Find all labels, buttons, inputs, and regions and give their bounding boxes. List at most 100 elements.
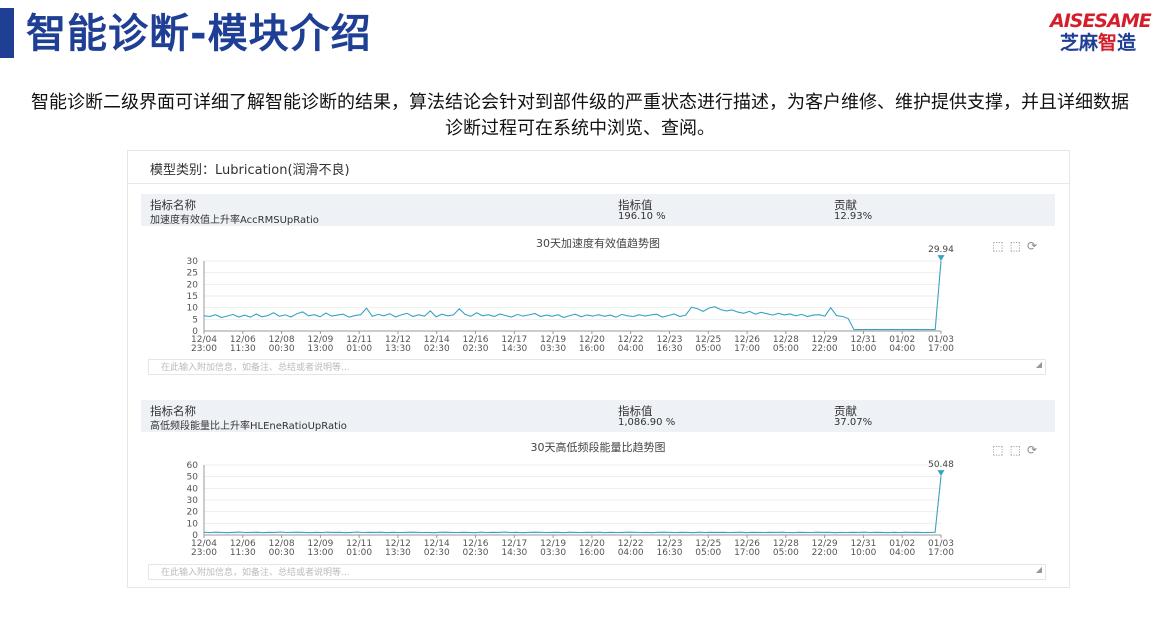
y-tick-label: 20 bbox=[187, 280, 199, 290]
x-tick-line: 02:30 bbox=[424, 344, 450, 354]
page-title: 智能诊断-模块介绍 bbox=[26, 11, 372, 57]
x-tick-label: 12/06 11:30 bbox=[230, 335, 256, 354]
x-tick-line: 17:00 bbox=[734, 344, 760, 354]
x-tick-line: 10:00 bbox=[850, 548, 876, 558]
x-tick-line: 14:30 bbox=[501, 548, 527, 558]
x-tick-label: 12/08 00:30 bbox=[269, 335, 295, 354]
model-category-label: 模型类别：Lubrication(润滑不良) bbox=[150, 163, 350, 178]
x-tick-line: 13:00 bbox=[307, 548, 333, 558]
y-tick-label: 10 bbox=[187, 304, 199, 314]
logo-chinese: 芝麻智造 bbox=[1050, 32, 1146, 54]
x-tick-label: 12/04 23:00 bbox=[191, 335, 217, 354]
zoom-area-icon[interactable]: ⬚ bbox=[992, 239, 1009, 253]
x-tick-label: 12/14 02:30 bbox=[424, 539, 450, 558]
x-tick-label: 12/19 03:30 bbox=[540, 539, 566, 558]
x-tick-label: 12/11 01:00 bbox=[346, 539, 372, 558]
x-tick-label: 12/22 04:00 bbox=[618, 539, 644, 558]
x-tick-label: 12/12 13:30 bbox=[385, 335, 411, 354]
logo-chinese-a: 芝麻 bbox=[1059, 32, 1098, 54]
x-tick-line: 04:00 bbox=[889, 548, 915, 558]
indicator-name: 高低频段能量比上升率HLEneRatioUpRatio bbox=[150, 421, 347, 432]
indicator-contribution: 37.07% bbox=[834, 417, 873, 428]
y-tick-label: 50 bbox=[187, 473, 199, 483]
y-tick-label: 60 bbox=[187, 461, 199, 471]
x-tick-label: 12/25 05:00 bbox=[695, 539, 721, 558]
panel-header: 模型类别：Lubrication(润滑不良) bbox=[128, 151, 1069, 184]
logo-chinese-c: 造 bbox=[1117, 32, 1137, 54]
x-tick-label: 12/09 13:00 bbox=[307, 539, 333, 558]
trend-chart-svg-2: 010203040506012/04 23:0012/06 11:3012/08 00… bbox=[187, 460, 955, 558]
x-tick-line: 02:30 bbox=[463, 344, 489, 354]
x-tick-line: 01:00 bbox=[346, 344, 372, 354]
x-tick-label: 12/31 10:00 bbox=[850, 335, 876, 354]
title-accent-bar bbox=[0, 8, 14, 58]
y-tick-label: 30 bbox=[187, 257, 199, 267]
x-tick-line: 05:00 bbox=[773, 344, 799, 354]
x-tick-line: 16:30 bbox=[657, 344, 683, 354]
x-tick-label: 12/29 22:00 bbox=[812, 539, 838, 558]
x-tick-label: 12/26 17:00 bbox=[734, 335, 760, 354]
x-tick-line: 17:00 bbox=[928, 548, 954, 558]
max-point-label: 50.48 bbox=[928, 460, 954, 470]
series-line bbox=[203, 476, 942, 534]
x-tick-label: 12/29 22:00 bbox=[812, 335, 838, 354]
x-tick-line: 00:30 bbox=[269, 344, 295, 354]
note-input-2[interactable]: 在此输入附加信息，如备注、总结或者说明等... ◢ bbox=[148, 564, 1046, 580]
x-tick-label: 12/23 16:30 bbox=[657, 335, 683, 354]
x-tick-line: 02:30 bbox=[424, 548, 450, 558]
x-tick-line: 00:30 bbox=[269, 548, 295, 558]
zoom-reset-icon[interactable]: ⬚ bbox=[1010, 443, 1027, 457]
x-tick-line: 04:00 bbox=[889, 344, 915, 354]
diagnosis-panel: 模型类别：Lubrication(润滑不良) 指标名称 指标值 贡献 加速度有效… bbox=[127, 150, 1070, 588]
logo-chinese-b: 智 bbox=[1097, 32, 1117, 54]
x-tick-line: 11:30 bbox=[230, 548, 256, 558]
x-tick-line: 05:00 bbox=[695, 344, 721, 354]
y-tick-label: 20 bbox=[187, 508, 199, 518]
x-tick-line: 04:00 bbox=[618, 548, 644, 558]
x-tick-line: 13:00 bbox=[307, 344, 333, 354]
x-tick-label: 12/26 17:00 bbox=[734, 539, 760, 558]
x-tick-label: 12/20 16:00 bbox=[579, 539, 605, 558]
zoom-reset-icon[interactable]: ⬚ bbox=[1010, 239, 1027, 253]
x-tick-line: 03:30 bbox=[540, 548, 566, 558]
restore-icon[interactable]: ⟳ bbox=[1027, 239, 1043, 253]
x-tick-line: 16:00 bbox=[579, 344, 605, 354]
x-tick-label: 12/11 01:00 bbox=[346, 335, 372, 354]
x-tick-line: 23:00 bbox=[191, 548, 217, 558]
restore-icon[interactable]: ⟳ bbox=[1027, 443, 1043, 457]
y-tick-label: 5 bbox=[192, 315, 198, 325]
x-tick-label: 12/22 04:00 bbox=[618, 335, 644, 354]
resize-grip-icon[interactable]: ◢ bbox=[1036, 357, 1042, 373]
note-input-1[interactable]: 在此输入附加信息，如备注、总结或者说明等... ◢ bbox=[148, 359, 1046, 375]
max-point-marker bbox=[937, 255, 945, 262]
x-tick-label: 12/16 02:30 bbox=[463, 335, 489, 354]
y-tick-label: 15 bbox=[187, 292, 198, 302]
chart-toolbox: ⬚⬚⟳ bbox=[992, 443, 1043, 457]
trend-chart-acc-rms: 0 5 10 15 20 25 30 12/04 23:00 12/06 11:30 12/08 00:… bbox=[141, 235, 1055, 359]
page-description: 智能诊断二级界面可详细了解智能诊断的结果，算法结论会针对到部件级的严重状态进行描… bbox=[31, 92, 1129, 139]
x-tick-label: 01/02 04:00 bbox=[889, 539, 915, 558]
resize-grip-icon[interactable]: ◢ bbox=[1036, 562, 1042, 578]
x-tick-label: 12/06 11:30 bbox=[230, 539, 256, 558]
x-tick-line: 05:00 bbox=[695, 548, 721, 558]
x-tick-label: 12/25 05:00 bbox=[695, 335, 721, 354]
x-tick-label: 01/02 04:00 bbox=[889, 335, 915, 354]
x-tick-label: 12/14 02:30 bbox=[424, 335, 450, 354]
x-tick-label: 12/12 13:30 bbox=[385, 539, 411, 558]
x-tick-label: 12/17 14:30 bbox=[501, 335, 527, 354]
x-tick-line: 14:30 bbox=[501, 344, 527, 354]
indicator-table-2: 指标名称 指标值 贡献 高低频段能量比上升率HLEneRatioUpRatio … bbox=[141, 400, 1055, 432]
x-tick-line: 01:00 bbox=[346, 548, 372, 558]
y-tick-label: 40 bbox=[187, 484, 199, 494]
zoom-area-icon[interactable]: ⬚ bbox=[992, 443, 1009, 457]
y-tick-label: 30 bbox=[187, 496, 199, 506]
x-tick-line: 17:00 bbox=[928, 344, 954, 354]
x-tick-line: 13:30 bbox=[385, 344, 411, 354]
x-tick-label: 01/03 17:00 bbox=[928, 539, 954, 558]
x-tick-label: 12/09 13:00 bbox=[307, 335, 333, 354]
note-placeholder: 在此输入附加信息，如备注、总结或者说明等... bbox=[161, 363, 350, 373]
chart-title: 30天高低频段能量比趋势图 bbox=[530, 441, 666, 454]
x-tick-label: 12/20 16:00 bbox=[579, 335, 605, 354]
x-tick-label: 12/16 02:30 bbox=[463, 539, 489, 558]
indicator-table-1: 指标名称 指标值 贡献 加速度有效值上升率AccRMSUpRatio 196.1… bbox=[141, 194, 1055, 226]
